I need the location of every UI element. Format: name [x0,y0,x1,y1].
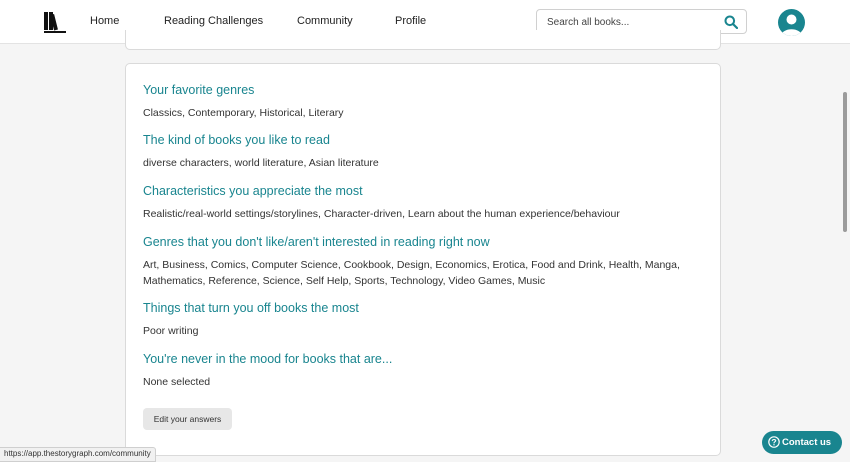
turn-offs-title: Things that turn you off books the most [143,301,359,315]
page-scrollbar[interactable] [843,92,847,232]
characteristics-title: Characteristics you appreciate the most [143,184,363,198]
favorite-genres-title: Your favorite genres [143,83,255,97]
turn-offs-text: Poor writing [143,325,199,337]
never-in-mood-title: You're never in the mood for books that … [143,352,393,366]
help-icon [768,436,780,448]
book-kinds-text: diverse characters, world literature, As… [143,157,379,169]
previous-card [125,30,721,50]
disliked-genres-title: Genres that you don't like/aren't intere… [143,235,490,249]
edit-answers-button[interactable]: Edit your answers [143,408,232,430]
favorite-genres-text: Classics, Contemporary, Historical, Lite… [143,107,344,119]
avatar-icon [781,14,802,36]
nav-reading-challenges-link[interactable]: Reading Challenges [164,15,263,27]
disliked-genres-text: Art, Business, Comics, Computer Science,… [143,259,680,287]
nav-community-link[interactable]: Community [295,15,355,42]
nav-home-link[interactable]: Home [90,15,119,27]
characteristics-text: Realistic/real-world settings/storylines… [143,208,620,220]
user-avatar[interactable] [778,9,805,36]
book-kinds-title: The kind of books you like to read [143,133,330,147]
never-in-mood-text: None selected [143,376,211,388]
reading-preferences-card: Your favorite genres Classics, Contempor… [125,63,721,456]
storygraph-logo-icon[interactable] [44,11,66,33]
nav-profile-link[interactable]: Profile [395,15,426,27]
contact-us-button[interactable]: Contact us [762,431,842,454]
contact-us-label: Contact us [782,437,832,448]
search-icon[interactable] [724,15,738,29]
